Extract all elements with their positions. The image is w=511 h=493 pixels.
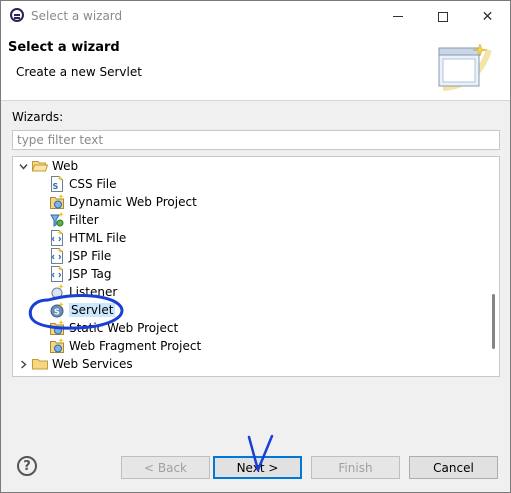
svg-text:S: S — [54, 308, 60, 317]
tree-item-html-file[interactable]: HTML File — [50, 229, 126, 247]
header-description: Create a new Servlet — [16, 65, 142, 79]
tree-item-servlet[interactable]: S Servlet — [50, 301, 116, 319]
tree-item-label: Filter — [69, 213, 99, 227]
close-icon: ✕ — [481, 8, 494, 25]
chevron-down-icon[interactable] — [18, 161, 28, 171]
tree-item-label: Dynamic Web Project — [69, 195, 197, 209]
folder-icon — [32, 359, 48, 370]
tree-item-web[interactable]: Web — [18, 157, 78, 175]
tree-item-label: JSP Tag — [69, 267, 112, 281]
next-button[interactable]: Next > — [213, 456, 302, 479]
tree-item-css-file[interactable]: S CSS File — [50, 175, 117, 193]
help-button[interactable]: ? — [17, 456, 37, 476]
folder-open-icon — [32, 161, 48, 172]
close-button[interactable]: ✕ — [465, 1, 510, 32]
dynamic-web-project-icon — [50, 194, 64, 209]
eclipse-app-icon — [10, 8, 24, 22]
tree-scrollbar[interactable] — [492, 294, 495, 349]
servlet-icon: S — [50, 302, 64, 318]
maximize-icon — [437, 11, 448, 22]
web-fragment-project-icon — [50, 338, 64, 353]
tree-item-label: Listener — [69, 285, 118, 299]
tree-item-dynamic-web-project[interactable]: Dynamic Web Project — [50, 193, 197, 211]
tree-item-label: Servlet — [69, 303, 116, 317]
tree-item-label: Static Web Project — [69, 321, 179, 335]
tree-item-label: Web Services — [52, 357, 133, 371]
wizard-tree[interactable]: Web S CSS File Dynamic Web Project Filte… — [12, 156, 500, 377]
tree-item-listener[interactable]: Listener — [50, 283, 117, 301]
wizards-label: Wizards: — [12, 110, 64, 124]
maximize-button[interactable] — [420, 1, 465, 32]
wizard-header: Select a wizard Create a new Servlet — [1, 32, 510, 101]
listener-icon — [51, 284, 64, 299]
window-title: Select a wizard — [31, 9, 123, 23]
tree-item-jsp-tag[interactable]: JSP Tag — [50, 265, 112, 283]
tree-item-filter[interactable]: Filter — [50, 211, 99, 229]
tree-item-label: CSS File — [69, 177, 117, 191]
filter-input[interactable] — [12, 130, 500, 150]
tree-item-jsp-file[interactable]: JSP File — [50, 247, 111, 265]
tree-item-label: HTML File — [69, 231, 127, 245]
tree-item-web-fragment-project[interactable]: Web Fragment Project — [50, 337, 201, 355]
header-title: Select a wizard — [8, 40, 120, 55]
cancel-button[interactable]: Cancel — [409, 456, 498, 479]
title-bar: Select a wizard ✕ — [1, 1, 510, 32]
tree-item-static-web-project[interactable]: Static Web Project — [50, 319, 178, 337]
jsp-file-icon — [51, 248, 63, 264]
filter-icon — [50, 212, 64, 227]
minimize-icon — [392, 16, 403, 17]
chevron-right-icon[interactable] — [18, 359, 28, 369]
html-file-icon — [51, 230, 63, 246]
tree-item-label: Web Fragment Project — [69, 339, 202, 353]
finish-button[interactable]: Finish — [311, 456, 400, 479]
svg-text:S: S — [53, 182, 59, 191]
tree-item-label: JSP File — [69, 249, 112, 263]
back-button[interactable]: < Back — [121, 456, 210, 479]
tree-item-label: Web — [52, 159, 79, 173]
css-file-icon: S — [51, 176, 63, 192]
help-icon: ? — [23, 458, 31, 474]
jsp-tag-icon — [51, 266, 63, 282]
wizard-banner-icon — [438, 43, 492, 91]
tree-item-web-services[interactable]: Web Services — [18, 355, 133, 373]
wizard-dialog: Select a wizard ✕ Select a wizard Create… — [0, 0, 511, 493]
static-web-project-icon — [50, 320, 64, 335]
minimize-button[interactable] — [375, 1, 420, 32]
